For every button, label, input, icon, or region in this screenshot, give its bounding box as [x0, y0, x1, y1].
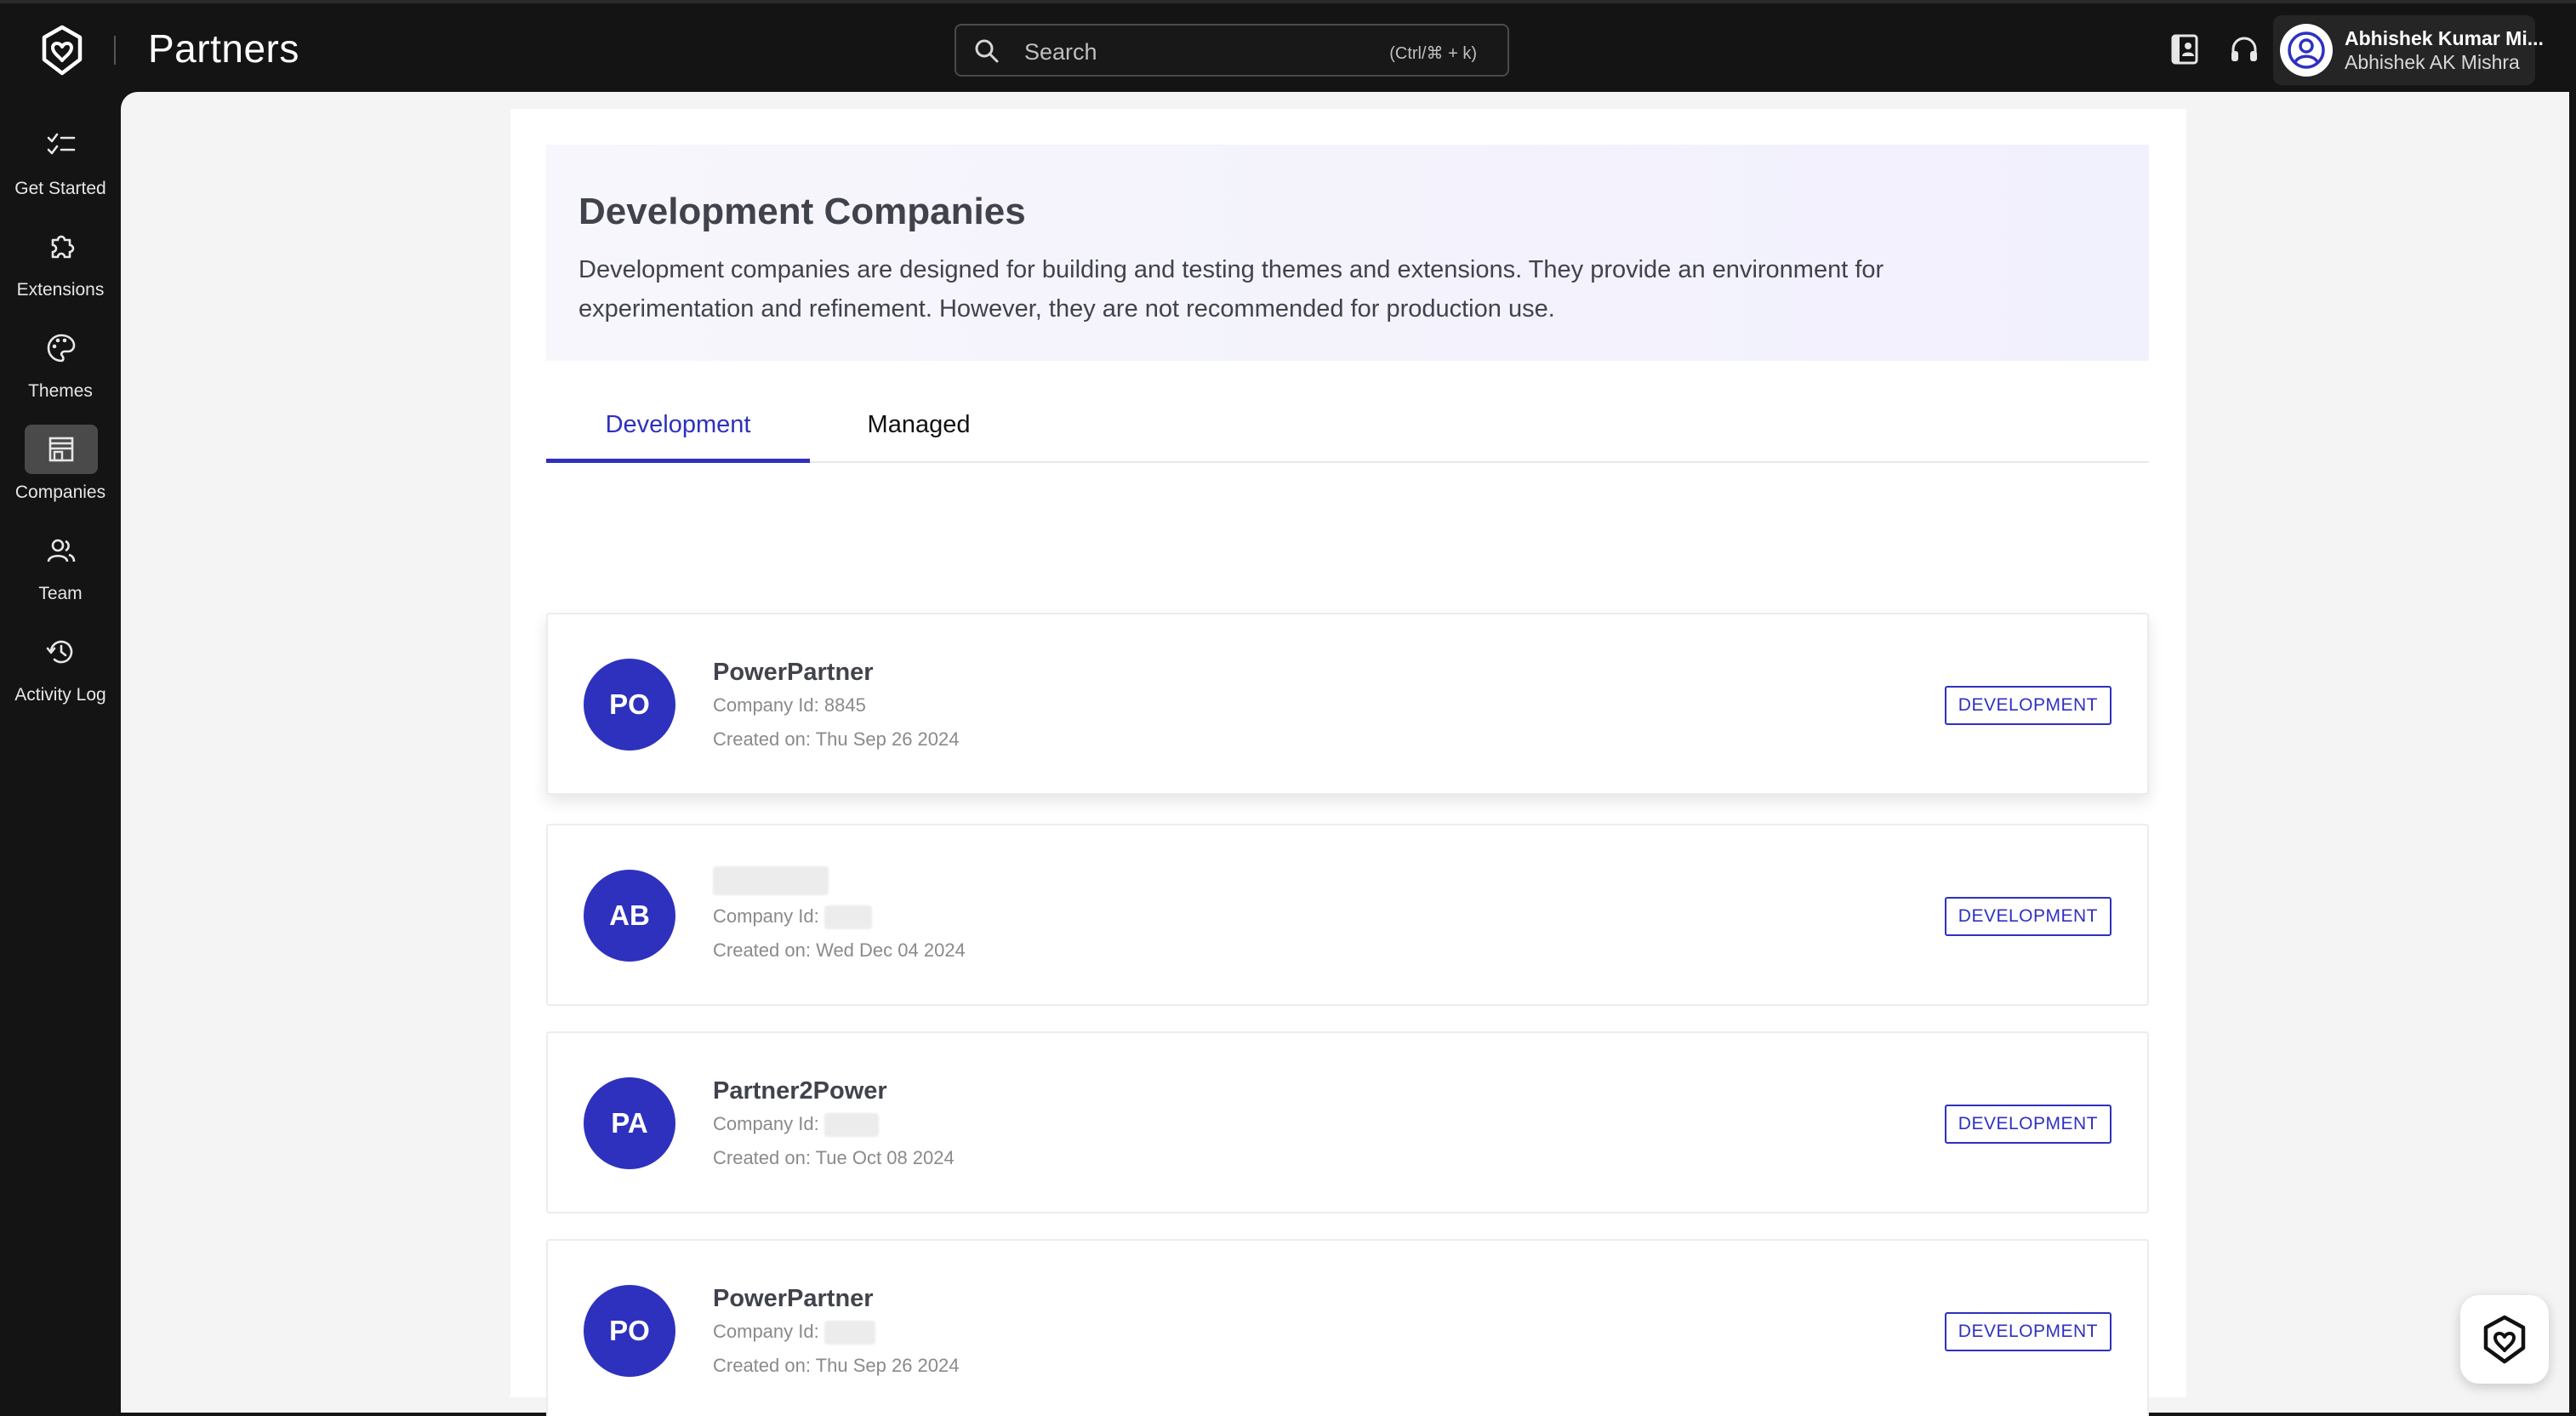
company-id: Company Id: [713, 1321, 875, 1345]
sidebar-item-label: Extensions [16, 280, 105, 300]
redacted-company-id [824, 1113, 879, 1138]
sidebar-item-themes[interactable]: Themes [0, 323, 121, 417]
sidebar-item-companies[interactable]: Companies [0, 425, 121, 518]
user-menu[interactable]: Abhishek Kumar Mi... Abhishek AK Mishra [2273, 15, 2544, 85]
company-id-label: Company Id: [713, 905, 819, 927]
headset-support-icon[interactable] [2227, 32, 2261, 66]
company-card[interactable]: AB Company Id: Created on: Wed Dec 04 20… [546, 824, 2149, 1006]
page-description: Development companies are designed for b… [578, 256, 1884, 323]
sidebar-item-get-started[interactable]: Get Started [0, 121, 121, 214]
status-badge: DEVELOPMENT [1944, 686, 2112, 725]
sidebar-item-label: Companies [14, 482, 106, 502]
sidebar-item-label: Activity Log [14, 685, 106, 705]
sidebar-item-label: Team [38, 584, 83, 603]
search-placeholder: Search [1024, 39, 1097, 65]
tab-managed[interactable]: Managed [810, 395, 1028, 463]
palette-icon [47, 334, 76, 363]
history-icon [46, 640, 73, 664]
company-card[interactable]: PA Partner2Power Company Id: Created on:… [546, 1031, 2149, 1213]
company-id: Company Id: [713, 905, 872, 930]
logo-divider [114, 36, 116, 65]
top-bar: Partners Search (Ctrl/⌘ + k) Abhishek Ku… [0, 0, 2576, 92]
company-tabs: Development Managed [546, 395, 2149, 463]
partners-logo-icon[interactable] [34, 22, 90, 78]
company-card[interactable]: PO PowerPartner Company Id: 8845 Created… [546, 613, 2149, 795]
redacted-company-id [824, 1321, 875, 1345]
company-name: PowerPartner [713, 659, 874, 686]
company-created-date: Created on: Thu Sep 26 2024 [713, 1355, 960, 1376]
chat-widget-button[interactable] [2460, 1295, 2549, 1384]
company-avatar: AB [584, 870, 675, 962]
company-id: Company Id: [713, 1113, 879, 1138]
company-id: Company Id: 8845 [713, 694, 866, 717]
page-title: Development Companies [578, 191, 1026, 232]
status-badge: DEVELOPMENT [1944, 1105, 2112, 1144]
user-avatar [2280, 24, 2333, 77]
sidebar-item-team[interactable]: Team [0, 526, 121, 620]
checklist-icon [47, 133, 76, 155]
search-shortcut-hint: (Ctrl/⌘ + k) [1389, 44, 1477, 63]
status-badge: DEVELOPMENT [1944, 1312, 2112, 1351]
company-id-label: Company Id: [713, 1113, 819, 1134]
app-title: Partners [148, 26, 299, 71]
status-badge: DEVELOPMENT [1944, 897, 2112, 936]
company-created-date: Created on: Thu Sep 26 2024 [713, 728, 960, 750]
company-id-value: 8845 [824, 694, 866, 716]
puzzle-icon [51, 235, 75, 259]
company-id-label: Company Id: [713, 1321, 819, 1342]
company-avatar: PO [584, 659, 675, 751]
company-avatar: PA [584, 1077, 675, 1169]
team-icon [47, 539, 76, 562]
user-circle-icon [2288, 31, 2325, 69]
company-card[interactable]: PO PowerPartner Company Id: Created on: … [546, 1239, 2149, 1416]
company-id-label: Company Id: [713, 694, 819, 716]
info-banner: Development Companies Development compan… [546, 145, 2149, 361]
redacted-company-id [824, 905, 872, 930]
tab-development[interactable]: Development [546, 395, 810, 463]
company-name [713, 866, 829, 896]
company-name: PowerPartner [713, 1285, 874, 1312]
company-avatar: PO [584, 1285, 675, 1377]
company-name: Partner2Power [713, 1077, 887, 1105]
search-input[interactable]: Search (Ctrl/⌘ + k) [955, 24, 1509, 77]
brand-chat-icon [2483, 1315, 2526, 1364]
search-icon [975, 39, 999, 63]
sidebar-item-extensions[interactable]: Extensions [0, 222, 121, 316]
companies-panel: Development Companies Development compan… [510, 109, 2186, 1416]
user-name: Abhishek Kumar Mi... [2345, 27, 2544, 49]
user-organization: Abhishek AK Mishra [2345, 51, 2520, 73]
store-icon [48, 437, 74, 462]
sidebar-item-label: Get Started [14, 179, 106, 198]
sidebar-item-label: Themes [28, 381, 93, 401]
main-content: Development Companies Development compan… [121, 92, 2569, 1416]
sidebar: Get Started Extensions Themes Companies … [0, 92, 121, 1416]
sidebar-item-activity-log[interactable]: Activity Log [0, 627, 121, 721]
company-created-date: Created on: Wed Dec 04 2024 [713, 939, 966, 961]
contacts-book-icon[interactable] [2168, 32, 2202, 66]
redacted-company-name [713, 866, 829, 896]
company-created-date: Created on: Tue Oct 08 2024 [713, 1147, 955, 1168]
